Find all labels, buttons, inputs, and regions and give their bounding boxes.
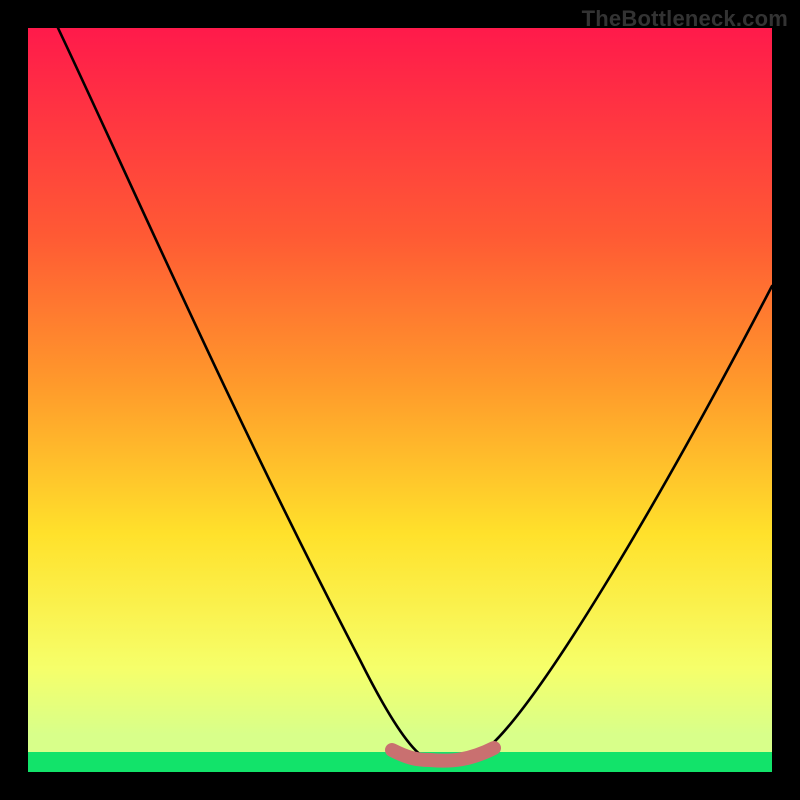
chart-container: TheBottleneck.com: [0, 0, 800, 800]
plot-area: [28, 28, 772, 772]
bottleneck-chart: [0, 0, 800, 800]
watermark-text: TheBottleneck.com: [582, 6, 788, 32]
